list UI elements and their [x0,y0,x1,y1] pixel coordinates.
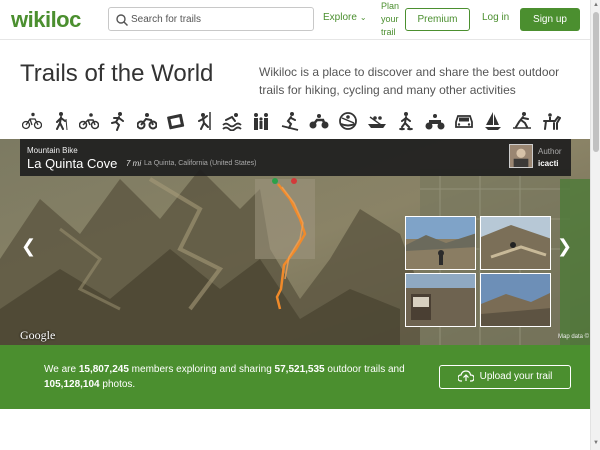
cycling-icon[interactable] [78,111,100,131]
sailing-icon[interactable] [483,111,503,131]
stats-banner: We are 15,807,245 members exploring and … [0,345,590,409]
explore-menu[interactable]: Explore ⌄ [323,12,367,23]
running-icon[interactable] [108,111,128,131]
stats-mid2: outdoor trails and [324,364,405,375]
top-header: wikiloc Explore⌄ Plan your trail Premium… [0,0,590,40]
page-scrollbar[interactable]: ▲ ▼ [590,0,600,450]
motorbike-icon[interactable] [309,111,329,131]
swimming-icon[interactable] [222,111,242,132]
members-count: 15,807,245 [78,364,129,375]
trail-photo-thumbnail[interactable] [405,273,476,327]
trail-distance: 7 mi [126,159,142,168]
photo-album-icon[interactable] [166,111,186,131]
climbing-icon[interactable] [194,111,214,131]
wikiloc-logo[interactable]: wikiloc [11,7,81,33]
map-attribution[interactable]: Map data © [558,334,589,340]
search-box[interactable] [108,7,314,31]
trail-photo-thumbnail[interactable] [480,216,551,270]
trail-activity-label: Mountain Bike [27,146,78,155]
page-title: Trails of the World [20,60,214,87]
search-input[interactable] [131,10,311,28]
scroll-down-icon[interactable]: ▼ [593,440,599,446]
trail-name-link[interactable]: La Quinta Cove [27,156,117,171]
page: wikiloc Explore⌄ Plan your trail Premium… [0,0,600,450]
author-label: Author [538,147,562,156]
mountain-bike-icon[interactable] [21,111,43,131]
scrollbar-thumb[interactable] [593,12,599,152]
upload-trail-button[interactable]: Upload your trail [439,365,571,389]
snowshoe-icon[interactable] [396,111,416,131]
upload-trail-label: Upload your trail [479,371,553,382]
horse-riding-icon[interactable] [541,111,562,131]
cross-country-ski-icon[interactable] [512,111,532,131]
explore-label: Explore [323,12,357,23]
search-icon [116,14,129,27]
author-name-link[interactable]: icacti [538,159,558,168]
featured-trail-infobar[interactable]: Mountain Bike La Quinta Cove 7 mi La Qui… [20,139,571,176]
author-avatar[interactable] [509,144,533,168]
google-logo: Google [20,328,56,342]
premium-button[interactable]: Premium [405,8,470,31]
plan-your-trail-link[interactable]: Plan your trail [381,0,407,39]
family-icon[interactable] [251,111,271,131]
motorcycle-icon[interactable] [136,111,158,131]
activity-icons-row [21,111,562,133]
stats-mid1: members exploring and sharing [128,364,275,375]
atv-icon[interactable] [425,111,445,131]
chevron-down-icon: ⌄ [359,13,367,22]
trail-photo-thumbnail[interactable] [405,216,476,270]
skiing-icon[interactable] [280,111,300,131]
trails-count: 57,521,535 [274,364,325,375]
scroll-up-icon[interactable]: ▲ [593,2,599,8]
rafting-icon[interactable] [367,111,387,131]
trail-location: La Quinta, California (United States) [144,160,257,167]
stats-prefix: We are [44,364,79,375]
community-stats-text: We are 15,807,245 members exploring and … [44,362,424,392]
signup-button[interactable]: Sign up [520,8,580,31]
login-link[interactable]: Log in [482,12,509,23]
carousel-prev-icon[interactable]: ❮ [21,236,36,256]
hiking-icon[interactable] [51,111,71,131]
photos-count: 105,128,104 [44,379,100,390]
hero-description: Wikiloc is a place to discover and share… [259,65,560,97]
cloud-upload-icon [457,370,474,382]
kayak-icon[interactable] [338,111,358,131]
stats-suffix: photos. [99,379,136,390]
carousel-next-icon[interactable]: ❯ [557,236,572,256]
trail-photo-thumbnail[interactable] [480,273,551,327]
car-icon[interactable] [454,111,474,131]
